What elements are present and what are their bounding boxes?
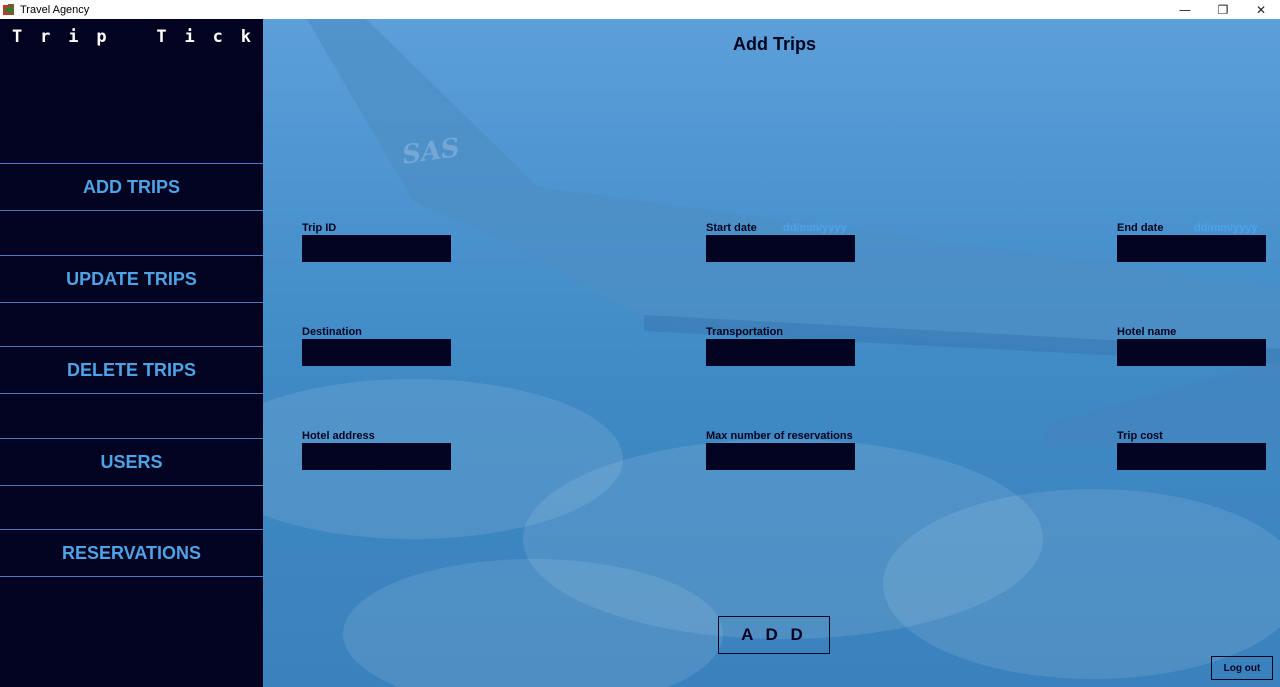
hotel-name-input[interactable]: [1117, 339, 1266, 366]
destination-input[interactable]: [302, 339, 451, 366]
restore-icon[interactable]: ❐: [1204, 0, 1242, 19]
brand-logo: T r i p T i c k: [0, 27, 263, 47]
window-title: Travel Agency: [20, 3, 90, 16]
sidebar-item-label: UPDATE TRIPS: [66, 268, 197, 289]
close-icon[interactable]: ✕: [1242, 0, 1280, 19]
sidebar: T r i p T i c k ADD TRIPS UPDATE TRIPS D…: [0, 19, 263, 687]
max-reservations-input[interactable]: [706, 443, 855, 470]
window-titlebar: Travel Agency — ❐ ✕: [0, 0, 1280, 19]
end-date-input[interactable]: [1117, 235, 1266, 262]
sidebar-item-users[interactable]: USERS: [0, 438, 263, 486]
sidebar-item-label: USERS: [100, 451, 163, 472]
hotel-name-label: Hotel name: [1117, 326, 1177, 338]
trip-cost-label: Trip cost: [1117, 430, 1163, 442]
window-controls: — ❐ ✕: [1166, 0, 1280, 19]
brand-letter: k: [240, 27, 251, 47]
brand-letter: T: [156, 27, 167, 47]
brand-letter: i: [184, 27, 195, 47]
minimize-icon[interactable]: —: [1166, 0, 1204, 19]
add-trip-button[interactable]: A D D: [718, 616, 830, 654]
sidebar-item-update-trips[interactable]: UPDATE TRIPS: [0, 255, 263, 303]
trip-cost-input[interactable]: [1117, 443, 1266, 470]
page-title: Add Trips: [733, 34, 817, 54]
brand-letter: r: [40, 27, 51, 47]
sidebar-item-delete-trips[interactable]: DELETE TRIPS: [0, 346, 263, 394]
brand-letter: i: [68, 27, 79, 47]
max-reservations-label: Max number of reservations: [706, 430, 853, 442]
brand-letter: T: [12, 27, 23, 47]
brand-letter: c: [212, 27, 223, 47]
start-date-label: Start date: [706, 222, 757, 234]
brand-letter: p: [96, 27, 107, 47]
sidebar-item-label: RESERVATIONS: [61, 542, 202, 563]
destination-label: Destination: [302, 326, 362, 338]
main-panel: SAS Add Trips Trip ID Start date dd/mm/y…: [263, 19, 1280, 687]
logout-button[interactable]: Log out: [1211, 656, 1273, 680]
start-date-input[interactable]: [706, 235, 855, 262]
start-date-format-hint: dd/mm/yyyy: [783, 222, 847, 234]
app-icon: [2, 3, 16, 17]
transportation-input[interactable]: [706, 339, 855, 366]
trip-id-label: Trip ID: [302, 222, 337, 234]
sidebar-item-add-trips[interactable]: ADD TRIPS: [0, 163, 263, 211]
transportation-label: Transportation: [706, 326, 784, 338]
sidebar-item-label: ADD TRIPS: [82, 176, 180, 197]
end-date-label: End date: [1117, 222, 1164, 234]
trip-id-input[interactable]: [302, 235, 451, 262]
end-date-format-hint: dd/mm/yyyy: [1194, 222, 1258, 234]
hotel-address-input[interactable]: [302, 443, 451, 470]
hotel-address-label: Hotel address: [302, 430, 375, 442]
sidebar-item-label: DELETE TRIPS: [66, 359, 196, 380]
sidebar-item-reservations[interactable]: RESERVATIONS: [0, 529, 263, 577]
